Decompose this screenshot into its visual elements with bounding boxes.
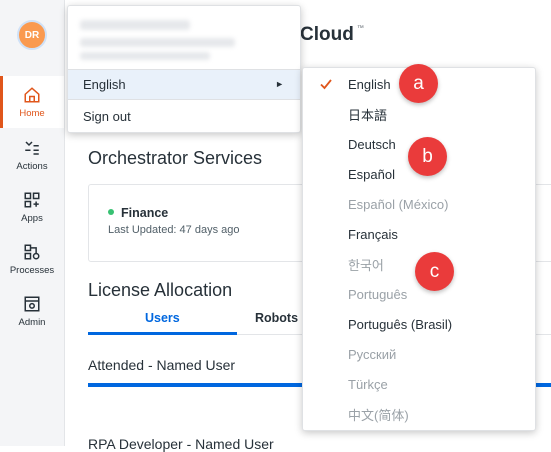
nav-label-processes: Processes bbox=[9, 264, 55, 276]
processes-icon bbox=[24, 244, 40, 259]
license-allocation-title: License Allocation bbox=[88, 280, 233, 300]
language-option-japanese[interactable]: 日本語 bbox=[303, 99, 535, 129]
avatar[interactable]: DR bbox=[17, 20, 47, 50]
page-title: Cloud ™ bbox=[300, 24, 364, 46]
language-submenu: English 日本語 Deutsch Español Español (Méx… bbox=[302, 67, 536, 431]
left-nav-rail: DR Home Actions Apps Processes Admin bbox=[0, 0, 65, 446]
nav-item-actions[interactable]: Actions bbox=[0, 129, 64, 181]
nav-label-apps: Apps bbox=[21, 212, 43, 224]
nav-item-processes[interactable]: Processes bbox=[0, 233, 64, 285]
service-name-text: Finance bbox=[121, 206, 169, 220]
callout-marker-a: a bbox=[399, 64, 438, 103]
nav-item-home[interactable]: Home bbox=[0, 76, 64, 128]
blurred-user-name bbox=[80, 20, 190, 30]
language-option-chinese-simplified: 中文(简体) bbox=[348, 407, 409, 423]
tab-active-indicator bbox=[88, 332, 237, 335]
nav-label-home: Home bbox=[19, 107, 45, 119]
rpa-developer-label: RPA Developer - Named User bbox=[88, 436, 274, 452]
language-option-russian: Русский bbox=[348, 346, 397, 362]
callout-marker-c: c bbox=[415, 252, 454, 291]
language-option-spanish-mexico: Español (México) bbox=[348, 196, 449, 212]
sign-out-label: Sign out bbox=[83, 109, 131, 124]
language-menu-label: English bbox=[83, 77, 126, 92]
admin-icon bbox=[24, 296, 40, 311]
apps-icon bbox=[24, 192, 40, 207]
language-option-french[interactable]: Français bbox=[303, 219, 535, 249]
language-option-turkish: Türkçe bbox=[348, 376, 388, 392]
language-option-portuguese-brazil[interactable]: Português (Brasil) bbox=[303, 309, 535, 339]
service-updated: Last Updated: 47 days ago bbox=[108, 224, 240, 236]
trademark: ™ bbox=[356, 25, 364, 32]
tab-robots[interactable]: Robots bbox=[255, 311, 298, 325]
service-name[interactable]: Finance bbox=[108, 206, 168, 220]
nav-label-actions: Actions bbox=[16, 160, 48, 172]
orchestrator-services-title: Orchestrator Services bbox=[88, 148, 263, 168]
home-icon bbox=[24, 86, 40, 102]
blurred-user-org bbox=[80, 52, 210, 60]
actions-icon bbox=[25, 140, 39, 155]
attended-named-user-label: Attended - Named User bbox=[88, 357, 236, 373]
submenu-arrow-icon: ► bbox=[275, 79, 284, 89]
page-title-text: Cloud bbox=[300, 24, 354, 45]
sign-out-menu-item[interactable]: Sign out bbox=[68, 101, 300, 132]
tab-users[interactable]: Users bbox=[145, 311, 180, 325]
nav-label-admin: Admin bbox=[18, 316, 46, 328]
nav-item-apps[interactable]: Apps bbox=[0, 181, 64, 233]
callout-marker-b: b bbox=[408, 137, 447, 176]
profile-menu: English ► Sign out bbox=[67, 5, 301, 133]
status-dot-icon bbox=[108, 209, 114, 215]
blurred-user-email bbox=[80, 38, 235, 47]
language-menu-item[interactable]: English ► bbox=[68, 69, 300, 100]
nav-item-admin[interactable]: Admin bbox=[0, 285, 64, 337]
